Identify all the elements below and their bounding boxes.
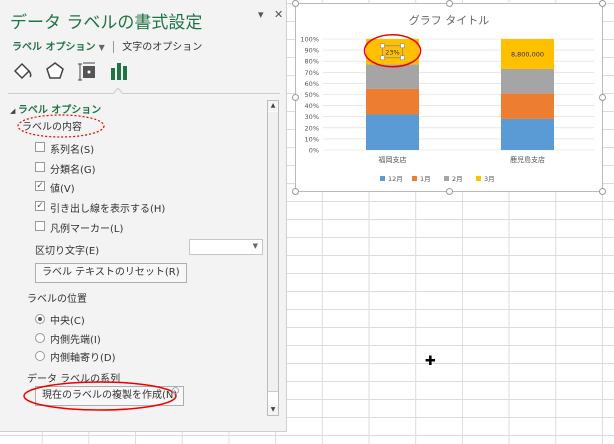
series-name-label: 系列名(S) [50,145,95,156]
size-properties-icon[interactable] [77,60,99,82]
resize-handle[interactable] [599,188,606,195]
y-tick-label: 70% [305,69,319,77]
bar-segment-12月 [366,114,419,150]
y-tick-label: 0% [309,147,319,155]
bar-segment-12月 [501,118,554,150]
chevron-down-icon[interactable]: ▼ [99,43,105,52]
label-position-heading: ラベルの位置 [27,294,87,305]
y-tick-label: 100% [300,36,319,44]
resize-handle[interactable] [599,0,606,7]
resize-handle[interactable] [292,94,299,101]
leader-lines-label: 引き出し線を表示する(H) [50,204,166,215]
leader-lines-checkbox[interactable]: ✓ [35,201,45,211]
chevron-down-icon: ▼ [252,242,258,250]
category-label: 鹿児島支店 [510,155,545,164]
bar-chart-options-icon[interactable] [108,60,130,82]
pane-scrollbar[interactable]: ▲ ▼ [267,100,279,416]
scroll-up-icon[interactable]: ▲ [268,101,278,111]
resize-handle[interactable] [599,94,606,101]
position-inside-base-label: 内側軸寄り(D) [50,353,116,364]
position-inside-base-radio[interactable] [35,351,45,361]
legend-key-label: 凡例マーカー(L) [50,224,124,235]
bar-segment-1月 [501,93,554,119]
value-checkbox[interactable]: ✓ [35,181,45,191]
legend-entry: 2月 [452,175,463,183]
bar-segment-2月 [501,68,554,94]
legend-entry: 12月 [388,175,403,183]
data-label: 23% [385,48,399,56]
legend-marker [380,176,385,181]
data-label: 8,800,000 [511,50,544,58]
value-label: 値(V) [50,184,75,195]
effects-pentagon-icon[interactable] [44,60,66,82]
resize-handle[interactable] [292,188,299,195]
pane-menu-icon[interactable]: ▾ [258,8,264,21]
chart-title: グラフ タイトル [409,13,490,27]
separator-label: 区切り文字(E) [35,246,100,257]
label-handle [380,55,385,61]
scroll-thumb[interactable] [268,112,278,392]
position-inside-end-label: 内側先端(I) [50,335,101,346]
series-name-checkbox[interactable] [35,142,45,152]
y-tick-label: 20% [305,124,319,132]
pane-title: データ ラベルの書式設定 [10,13,203,33]
position-inside-end-radio[interactable] [35,333,45,343]
category-label: 福岡支店 [379,155,407,164]
label-handle [400,43,405,49]
y-tick-label: 60% [305,80,319,88]
legend-marker [444,176,449,181]
fill-line-icon[interactable] [12,60,34,82]
legend-entry: 3月 [484,175,495,183]
position-center-label: 中央(C) [50,316,85,327]
y-tick-label: 30% [305,113,319,121]
y-tick-label: 80% [305,58,319,66]
resize-handle[interactable] [446,0,453,7]
y-tick-label: 10% [305,135,319,143]
reset-label-text-button[interactable]: ラベル テキストのリセット(R) [35,263,187,283]
y-tick-label: 50% [305,91,319,99]
label-handle [380,43,385,49]
close-icon[interactable]: ✕ [274,8,283,21]
category-name-label: 分類名(G) [50,165,96,176]
format-data-labels-pane: データ ラベルの書式設定 ▾ ✕ ラベル オプション ▼ 文字のオプション ◢ … [0,0,287,432]
tab-text-options[interactable]: 文字のオプション [122,42,202,53]
resize-handle[interactable] [292,0,299,7]
y-tick-label: 90% [305,47,319,55]
cell-select-cursor-icon: ✚ [425,354,436,369]
position-center-radio[interactable] [35,314,45,324]
legend-entry: 1月 [420,175,431,183]
y-tick-label: 40% [305,102,319,110]
info-icon[interactable] [172,387,179,394]
legend-key-checkbox[interactable] [35,221,45,231]
resize-handle[interactable] [446,188,453,195]
annotation-dotted-ellipse [17,114,105,138]
stacked-bar-chart[interactable]: グラフ タイトル 0% 10% 20% 30% 40% 50% 60% 70% 80% 90% 100… [296,4,602,191]
legend-marker [476,176,481,181]
bar-segment-1月 [366,88,419,115]
chart-area[interactable]: グラフ タイトル 0% 10% 20% 30% 40% 50% 60% 70% 80% 90% 100… [292,0,606,195]
tab-label-options[interactable]: ラベル オプション [12,42,95,53]
scroll-down-icon[interactable]: ▼ [268,405,278,415]
annotation-ellipse [23,381,177,411]
separator-dropdown[interactable]: ▼ [189,239,263,255]
legend-marker [412,176,417,181]
category-name-checkbox[interactable] [35,162,45,172]
bar-segment-2月 [366,64,419,89]
label-handle [400,55,405,61]
